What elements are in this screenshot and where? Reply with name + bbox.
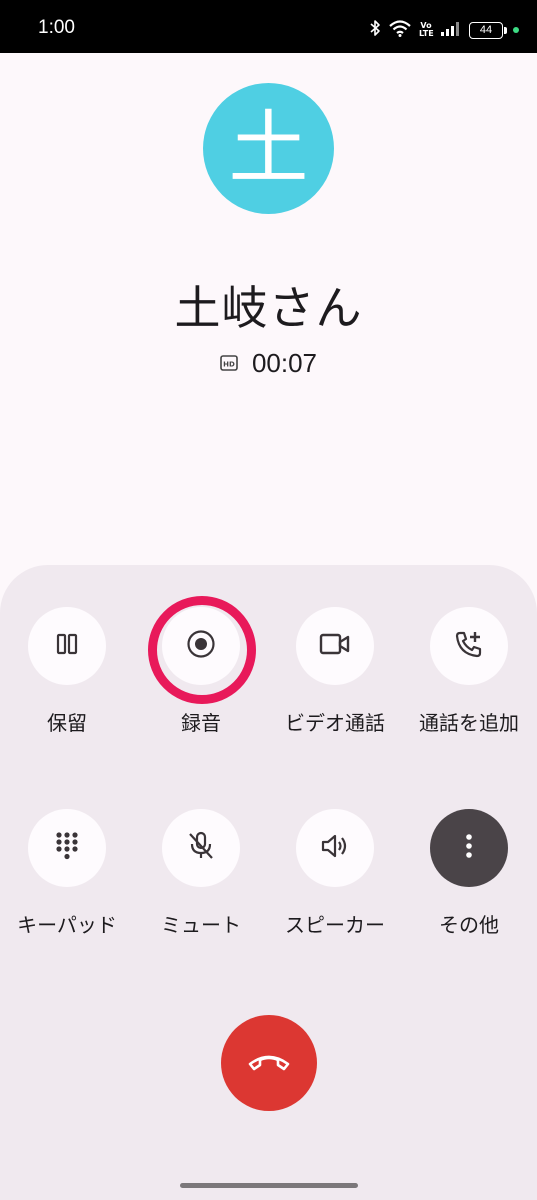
mute-control: ミュート xyxy=(134,809,268,959)
speaker-icon xyxy=(320,833,350,863)
hold-button[interactable] xyxy=(28,607,106,685)
home-indicator[interactable] xyxy=(180,1183,358,1188)
record-control: 録音 xyxy=(134,607,268,757)
keypad-control: キーパッド xyxy=(0,809,134,959)
more-button[interactable] xyxy=(430,809,508,887)
status-icons: Vo LTE 44 xyxy=(369,18,519,42)
call-info: HD 00:07 xyxy=(0,347,537,379)
dialpad-icon xyxy=(55,831,79,865)
speaker-control: スピーカー xyxy=(268,809,402,959)
more-control: その他 xyxy=(402,809,536,959)
contact-avatar: 土 xyxy=(203,83,334,214)
svg-text:HD: HD xyxy=(223,361,235,369)
keypad-button[interactable] xyxy=(28,809,106,887)
battery-level: 44 xyxy=(479,23,493,36)
avatar-initial: 土 xyxy=(228,101,309,195)
video-call-label: ビデオ通話 xyxy=(285,711,385,735)
record-icon xyxy=(186,629,216,663)
video-control: ビデオ通話 xyxy=(268,607,402,757)
hold-control: 保留 xyxy=(0,607,134,757)
call-timer: 00:07 xyxy=(251,347,318,378)
battery-icon: 44 xyxy=(469,21,507,39)
mic-off-icon xyxy=(187,831,215,865)
add-call-button[interactable] xyxy=(430,607,508,685)
charging-dot-icon xyxy=(513,27,519,33)
mute-label: ミュート xyxy=(161,913,241,937)
status-bar: 1:00 Vo LTE 44 xyxy=(0,0,537,53)
speaker-label: スピーカー xyxy=(285,913,385,937)
pause-icon xyxy=(55,632,79,660)
mute-button[interactable] xyxy=(162,809,240,887)
add-call-icon xyxy=(455,630,483,662)
video-call-button[interactable] xyxy=(296,607,374,685)
video-camera-icon xyxy=(319,632,351,660)
signal-icon xyxy=(441,21,461,40)
volte-label-bottom: LTE xyxy=(419,29,434,38)
bluetooth-icon xyxy=(369,19,381,41)
add-call-label: 通話を追加 xyxy=(419,711,519,735)
hang-up-icon xyxy=(247,1050,291,1076)
record-label: 録音 xyxy=(181,711,221,735)
more-vertical-icon xyxy=(465,833,473,863)
contact-name: 土岐さん xyxy=(174,281,363,335)
more-label: その他 xyxy=(439,913,499,937)
keypad-label: キーパッド xyxy=(17,913,117,937)
volte-icon: Vo LTE xyxy=(419,22,434,38)
add-call-control: 通話を追加 xyxy=(402,607,536,757)
status-time: 1:00 xyxy=(38,17,75,38)
wifi-icon xyxy=(389,19,411,41)
hd-icon: HD xyxy=(220,355,238,371)
record-button[interactable] xyxy=(162,607,240,685)
end-call-button[interactable] xyxy=(221,1015,317,1111)
speaker-button[interactable] xyxy=(296,809,374,887)
hold-label: 保留 xyxy=(47,711,87,735)
